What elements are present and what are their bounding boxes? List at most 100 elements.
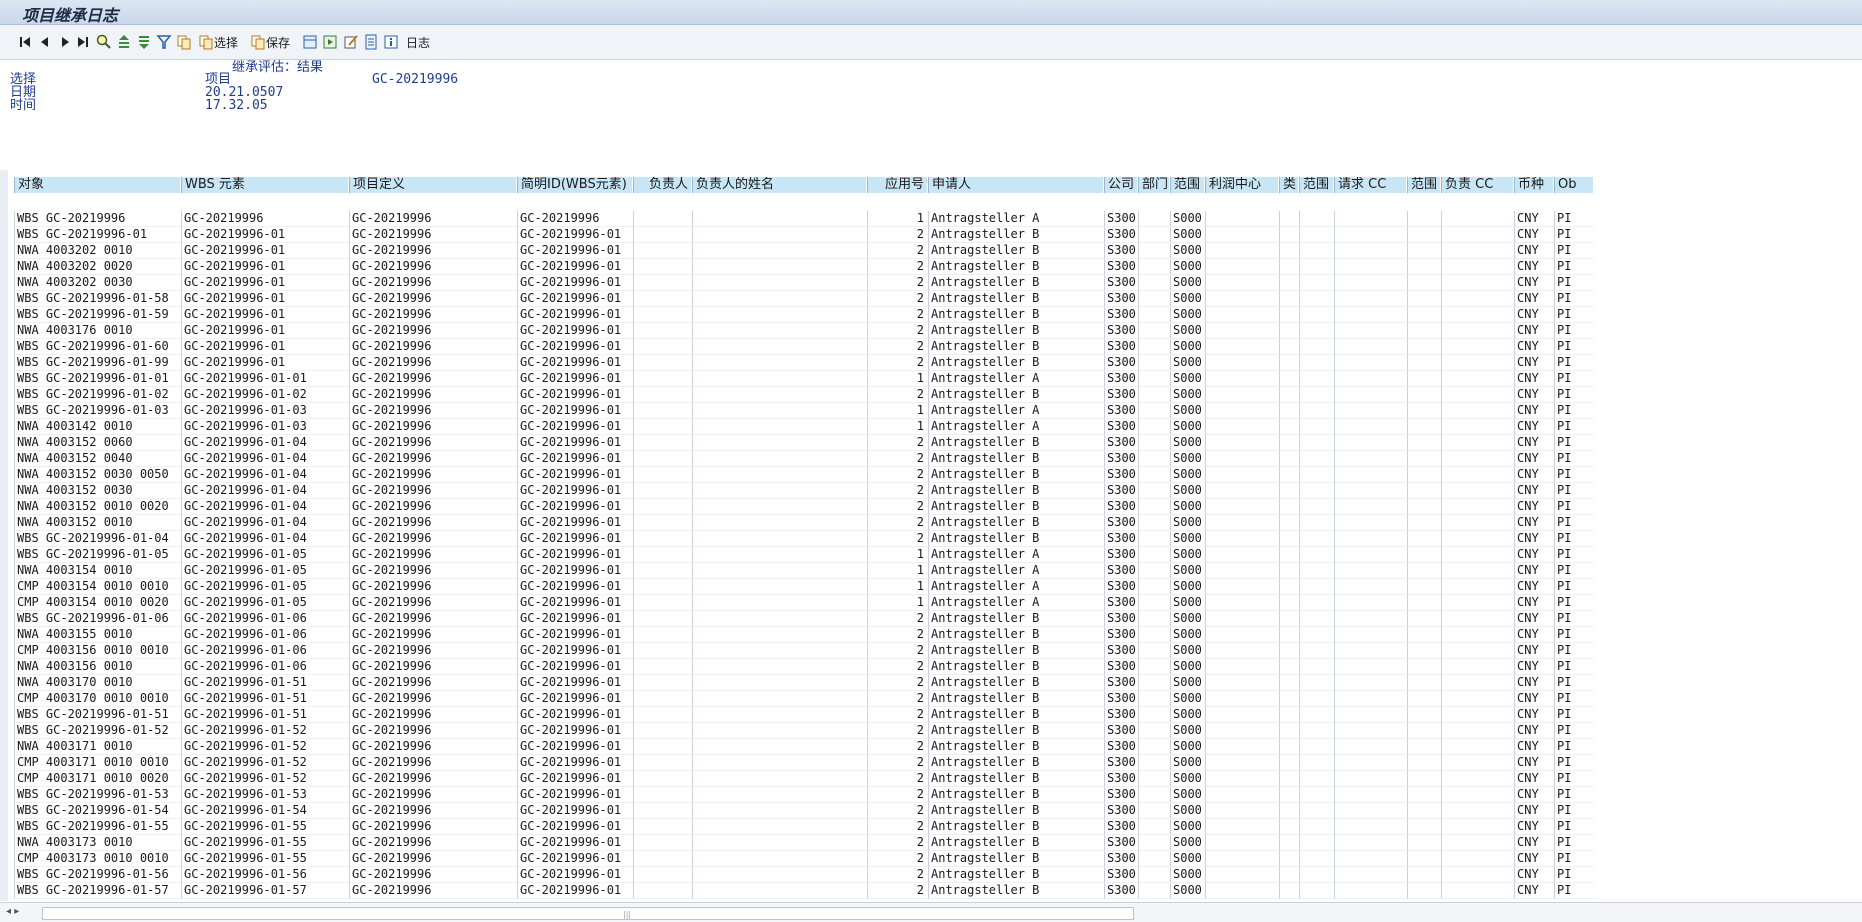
table-cell[interactable]	[1334, 723, 1407, 739]
table-cell[interactable]	[1279, 627, 1299, 643]
table-cell[interactable]	[1138, 595, 1170, 611]
table-cell[interactable]: GC-20219996	[349, 211, 517, 227]
table-cell[interactable]: S000	[1170, 531, 1205, 547]
table-row[interactable]: NWA 4003152 0030 GC-20219996-01-04 GC-2021…	[14, 483, 1862, 499]
table-cell[interactable]: PI	[1554, 563, 1594, 579]
table-cell[interactable]: S000	[1170, 371, 1205, 387]
table-cell[interactable]	[1299, 803, 1334, 819]
table-cell[interactable]	[1334, 275, 1407, 291]
table-cell[interactable]: S000	[1170, 707, 1205, 723]
table-cell[interactable]	[1441, 851, 1514, 867]
table-cell[interactable]	[1407, 323, 1441, 339]
table-cell[interactable]	[1138, 419, 1170, 435]
table-cell[interactable]	[1407, 883, 1441, 899]
table-cell[interactable]: S000	[1170, 643, 1205, 659]
table-cell[interactable]	[1279, 659, 1299, 675]
table-cell[interactable]	[1334, 803, 1407, 819]
table-cell[interactable]: S300	[1104, 339, 1138, 355]
table-cell[interactable]: GC-20219996-01	[181, 227, 349, 243]
col-ob-header[interactable]: Ob	[1554, 177, 1593, 193]
table-cell[interactable]	[1441, 531, 1514, 547]
table-row[interactable]: WBS GC-20219996-01-04 GC-20219996-01-04 GC…	[14, 531, 1862, 547]
table-cell[interactable]: 1	[867, 419, 928, 435]
table-row[interactable]: CMP 4003170 0010 0010 GC-20219996-01-51 GC…	[14, 691, 1862, 707]
table-cell[interactable]	[1441, 707, 1514, 723]
table-cell[interactable]: 2	[867, 339, 928, 355]
table-cell[interactable]: CNY	[1514, 355, 1554, 371]
table-cell[interactable]: S000	[1170, 723, 1205, 739]
table-cell[interactable]: 2	[867, 243, 928, 259]
table-cell[interactable]: 2	[867, 291, 928, 307]
table-cell[interactable]: GC-20219996-01-04	[181, 467, 349, 483]
table-cell[interactable]	[1205, 787, 1279, 803]
table-cell[interactable]: WBS GC-20219996-01-04	[14, 531, 181, 547]
table-cell[interactable]: NWA 4003154 0010	[14, 563, 181, 579]
table-cell[interactable]	[692, 755, 867, 771]
sort-ascending-icon[interactable]	[116, 33, 132, 51]
table-cell[interactable]	[1407, 579, 1441, 595]
table-cell[interactable]	[633, 211, 692, 227]
table-cell[interactable]	[1299, 467, 1334, 483]
table-cell[interactable]	[1205, 819, 1279, 835]
table-cell[interactable]: 2	[867, 835, 928, 851]
table-cell[interactable]: S300	[1104, 643, 1138, 659]
table-cell[interactable]: NWA 4003202 0030	[14, 275, 181, 291]
col-responsible-cc-header[interactable]: 负责 CC	[1441, 177, 1513, 193]
table-cell[interactable]: GC-20219996	[349, 499, 517, 515]
table-cell[interactable]: WBS GC-20219996-01-02	[14, 387, 181, 403]
table-cell[interactable]: WBS GC-20219996-01-52	[14, 723, 181, 739]
table-cell[interactable]: 2	[867, 611, 928, 627]
table-cell[interactable]	[633, 467, 692, 483]
table-cell[interactable]: CNY	[1514, 755, 1554, 771]
table-cell[interactable]	[1299, 355, 1334, 371]
table-cell[interactable]	[1334, 691, 1407, 707]
table-cell[interactable]	[1205, 467, 1279, 483]
table-cell[interactable]: GC-20219996-01	[517, 755, 633, 771]
table-cell[interactable]: CNY	[1514, 739, 1554, 755]
table-cell[interactable]: WBS GC-20219996-01-05	[14, 547, 181, 563]
table-cell[interactable]: S000	[1170, 739, 1205, 755]
table-cell[interactable]: NWA 4003171 0010	[14, 739, 181, 755]
table-cell[interactable]: PI	[1554, 707, 1594, 723]
table-cell[interactable]: GC-20219996-01	[517, 643, 633, 659]
table-cell[interactable]	[633, 675, 692, 691]
table-cell[interactable]: S300	[1104, 499, 1138, 515]
table-cell[interactable]: GC-20219996	[349, 371, 517, 387]
table-cell[interactable]	[633, 771, 692, 787]
table-cell[interactable]	[633, 499, 692, 515]
table-cell[interactable]: S300	[1104, 819, 1138, 835]
first-page-icon[interactable]	[18, 33, 32, 51]
table-cell[interactable]: PI	[1554, 323, 1594, 339]
table-cell[interactable]	[633, 371, 692, 387]
table-cell[interactable]	[1138, 723, 1170, 739]
table-cell[interactable]	[1205, 355, 1279, 371]
table-cell[interactable]	[1138, 835, 1170, 851]
table-cell[interactable]: PI	[1554, 211, 1594, 227]
table-cell[interactable]: 2	[867, 323, 928, 339]
table-cell[interactable]	[692, 291, 867, 307]
table-cell[interactable]: CNY	[1514, 627, 1554, 643]
table-cell[interactable]: 1	[867, 579, 928, 595]
table-cell[interactable]	[692, 643, 867, 659]
table-cell[interactable]: GC-20219996	[349, 819, 517, 835]
table-row[interactable]: WBS GC-20219996-01-54 GC-20219996-01-54 GC…	[14, 803, 1862, 819]
table-cell[interactable]	[1205, 563, 1279, 579]
table-cell[interactable]: GC-20219996-01	[181, 355, 349, 371]
table-cell[interactable]: Antragsteller B	[928, 515, 1104, 531]
table-cell[interactable]	[1279, 435, 1299, 451]
table-cell[interactable]	[1205, 483, 1279, 499]
table-cell[interactable]: S000	[1170, 275, 1205, 291]
table-cell[interactable]	[1138, 771, 1170, 787]
table-cell[interactable]: S000	[1170, 515, 1205, 531]
table-cell[interactable]	[1441, 275, 1514, 291]
table-cell[interactable]	[633, 803, 692, 819]
table-cell[interactable]: PI	[1554, 499, 1594, 515]
table-cell[interactable]: S000	[1170, 547, 1205, 563]
table-cell[interactable]	[1441, 435, 1514, 451]
table-row[interactable]: NWA 4003202 0020 GC-20219996-01 GC-2021999…	[14, 259, 1862, 275]
table-cell[interactable]	[1138, 707, 1170, 723]
next-page-icon[interactable]	[58, 33, 72, 51]
table-cell[interactable]: S000	[1170, 867, 1205, 883]
table-cell[interactable]: Antragsteller B	[928, 355, 1104, 371]
table-cell[interactable]: WBS GC-20219996-01-51	[14, 707, 181, 723]
